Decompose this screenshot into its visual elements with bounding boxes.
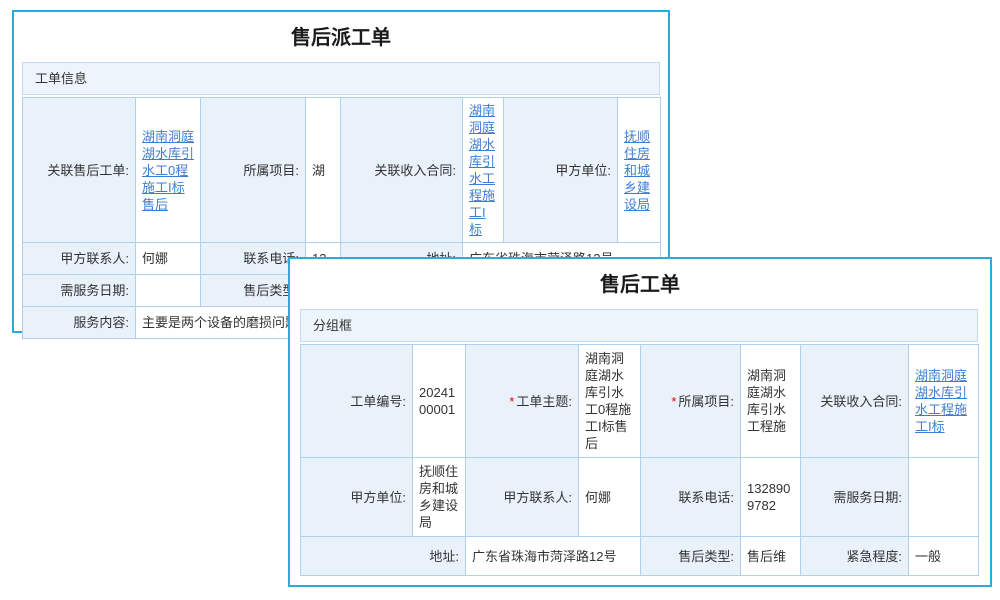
client-unit-link[interactable]: 抚顺住房和城乡建设局 xyxy=(624,129,650,212)
field-value-service-date xyxy=(136,275,201,307)
field-value-project: 湖 xyxy=(306,98,341,243)
dispatch-panel-title: 售后派工单 xyxy=(14,24,668,52)
field-value-subject: 湖南洞庭湖水库引水工0程施工I标售后 xyxy=(579,345,641,458)
field-value-address: 广东省珠海市菏泽路12号 xyxy=(466,537,641,576)
field-value-urgency: 一般 xyxy=(909,537,979,576)
field-label-project: *所属项目: xyxy=(641,345,741,458)
order-group-header: 分组框 xyxy=(300,309,978,342)
dispatch-group-header: 工单信息 xyxy=(22,62,660,95)
field-label-service-date: 需服务日期: xyxy=(23,275,136,307)
field-label-client-contact: 甲方联系人: xyxy=(466,458,579,537)
required-mark: * xyxy=(509,394,514,409)
subject-label-text: 工单主题: xyxy=(516,394,572,409)
field-value-income-contract: 湖南洞庭湖水库引水工程施工I标 xyxy=(463,98,504,243)
income-contract-link[interactable]: 湖南洞庭湖水库引水工程施工I标 xyxy=(469,103,495,237)
field-value-client-unit: 抚顺住房和城乡建设局 xyxy=(413,458,466,537)
field-label-order-no: 工单编号: xyxy=(301,345,413,458)
related-order-link[interactable]: 湖南洞庭湖水库引水工0程施工I标售后 xyxy=(142,129,194,212)
field-label-address: 地址: xyxy=(301,537,466,576)
field-label-income-contract: 关联收入合同: xyxy=(341,98,463,243)
field-value-phone: 1328909782 xyxy=(741,458,801,537)
field-label-income-contract: 关联收入合同: xyxy=(801,345,909,458)
field-value-related-order: 湖南洞庭湖水库引水工0程施工I标售后 xyxy=(136,98,201,243)
field-label-subject: *工单主题: xyxy=(466,345,579,458)
field-label-urgency: 紧急程度: xyxy=(801,537,909,576)
field-value-order-no: 2024100001 xyxy=(413,345,466,458)
order-form-table: 工单编号: 2024100001 *工单主题: 湖南洞庭湖水库引水工0程施工I标… xyxy=(300,344,979,576)
field-label-project: 所属项目: xyxy=(201,98,306,243)
field-label-service-type: 售后类型: xyxy=(641,537,741,576)
field-label-related-order: 关联售后工单: xyxy=(23,98,136,243)
field-value-service-date xyxy=(909,458,979,537)
income-contract-link[interactable]: 湖南洞庭湖水库引水工程施工I标 xyxy=(915,368,967,434)
field-label-service-content: 服务内容: xyxy=(23,307,136,339)
field-label-service-date: 需服务日期: xyxy=(801,458,909,537)
field-label-phone: 联系电话: xyxy=(641,458,741,537)
field-value-income-contract: 湖南洞庭湖水库引水工程施工I标 xyxy=(909,345,979,458)
field-value-client-unit: 抚顺住房和城乡建设局 xyxy=(618,98,661,243)
field-label-client-unit: 甲方单位: xyxy=(504,98,618,243)
order-panel-title: 售后工单 xyxy=(290,271,990,299)
field-value-project: 湖南洞庭湖水库引水工程施 xyxy=(741,345,801,458)
project-label-text: 所属项目: xyxy=(678,394,734,409)
order-groupbox: 分组框 工单编号: 2024100001 *工单主题: 湖南洞庭湖水库引水工0程… xyxy=(300,309,978,576)
field-label-client-unit: 甲方单位: xyxy=(301,458,413,537)
field-value-client-contact: 何娜 xyxy=(136,243,201,275)
service-order-panel: 售后工单 分组框 工单编号: 2024100001 *工单主题: 湖南洞庭湖水库… xyxy=(288,257,992,587)
field-label-client-contact: 甲方联系人: xyxy=(23,243,136,275)
required-mark: * xyxy=(671,394,676,409)
field-value-client-contact: 何娜 xyxy=(579,458,641,537)
field-value-service-type: 售后维 xyxy=(741,537,801,576)
